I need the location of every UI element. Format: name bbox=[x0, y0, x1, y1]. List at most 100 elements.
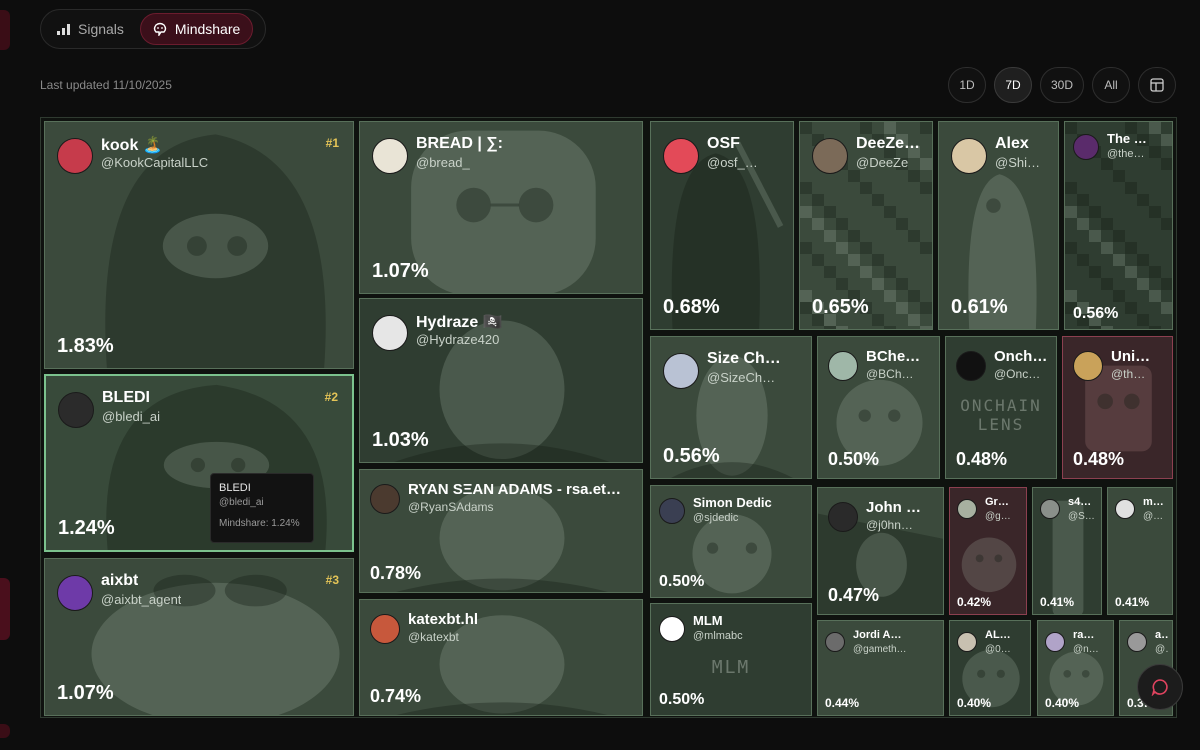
tile-name: Alex bbox=[995, 135, 1029, 152]
mindshare-percent: 1.07% bbox=[372, 260, 429, 282]
grid-layout-icon bbox=[1150, 78, 1164, 92]
avatar bbox=[663, 138, 699, 174]
tile-handle: @SizeCh… bbox=[707, 370, 776, 385]
mindshare-percent: 0.40% bbox=[1045, 696, 1080, 710]
chat-button[interactable] bbox=[1137, 664, 1183, 710]
treemap-tile[interactable]: kook 🏝️ @KookCapitalLLC #1 1.83% bbox=[44, 121, 354, 369]
tab-mindshare[interactable]: Mindshare bbox=[139, 13, 254, 45]
avatar bbox=[828, 502, 858, 532]
tile-name: AL… bbox=[985, 629, 1011, 641]
time-range-selector: 1D 7D 30D All bbox=[947, 67, 1176, 103]
treemap-tile[interactable]: aixbt @aixbt_agent #3 1.07% bbox=[44, 558, 354, 716]
tile-handle: @g… bbox=[985, 511, 1011, 522]
tile-handle: @Onc… bbox=[994, 367, 1041, 381]
treemap-tile[interactable]: MLM MLM @mlmabc 0.50% bbox=[650, 603, 812, 716]
tile-name: Hydraze 🏴‍☠️ bbox=[416, 314, 503, 331]
tile-name: Size Ch… bbox=[707, 350, 781, 367]
tile-name: BChe… bbox=[866, 348, 921, 365]
tab-signals[interactable]: Signals bbox=[45, 13, 136, 45]
tile-handle: @bledi_ai bbox=[102, 409, 161, 424]
range-7d-button[interactable]: 7D bbox=[993, 67, 1032, 103]
mindshare-percent: 0.74% bbox=[370, 686, 422, 706]
bar-chart-icon bbox=[57, 23, 70, 35]
tile-handle: @bread_ bbox=[416, 155, 470, 170]
tooltip-name: BLEDI bbox=[219, 482, 251, 494]
mindshare-percent: 0.42% bbox=[957, 595, 992, 609]
treemap-tile[interactable]: RYAN SΞAN ADAMS - rsa.et… @RyanSAdams 0.78… bbox=[359, 469, 643, 593]
treemap-tile[interactable]: katexbt.hl @katexbt 0.74% bbox=[359, 599, 643, 716]
rank-badge: #2 bbox=[324, 390, 338, 404]
avatar bbox=[1115, 499, 1135, 519]
mindshare-percent: 1.83% bbox=[57, 335, 114, 357]
treemap-tile[interactable]: ra… @n… 0.40% bbox=[1037, 620, 1114, 716]
avatar bbox=[372, 315, 408, 351]
avatar bbox=[659, 498, 685, 524]
tile-name: The … bbox=[1107, 131, 1147, 146]
avatar bbox=[1073, 351, 1103, 381]
tile-handle: @KookCapitalLLC bbox=[101, 155, 209, 170]
tile-handle: @0… bbox=[985, 644, 1011, 655]
tile-name: Uni… bbox=[1111, 348, 1151, 365]
avatar bbox=[659, 616, 685, 642]
layout-toggle-button[interactable] bbox=[1138, 67, 1176, 103]
treemap-tile[interactable]: Simon Dedic @sjdedic 0.50% bbox=[650, 485, 812, 598]
mindshare-percent: 0.68% bbox=[663, 296, 720, 318]
mindshare-percent: 0.50% bbox=[659, 691, 705, 708]
range-30d-button[interactable]: 30D bbox=[1039, 67, 1084, 103]
treemap-tile[interactable]: Gr… @g… 0.42% bbox=[949, 487, 1027, 615]
treemap-tile[interactable]: ONCHAIN LENS Onch… @Onc… 0.48% bbox=[945, 336, 1057, 479]
treemap-tile[interactable]: AL… @0… 0.40% bbox=[949, 620, 1031, 716]
mindshare-percent: 0.65% bbox=[812, 296, 869, 318]
treemap-tile[interactable]: Hydraze 🏴‍☠️ @Hydraze420 1.03% bbox=[359, 298, 643, 463]
tile-handle: @Hydraze420 bbox=[416, 332, 500, 347]
chat-icon bbox=[1151, 679, 1168, 696]
treemap-tile[interactable]: mon… @ch… 0.41% bbox=[1107, 487, 1173, 615]
tile-artwork-text: MLM bbox=[711, 657, 751, 679]
mindshare-percent: 1.24% bbox=[58, 517, 115, 539]
tile-handle: @BCh… bbox=[866, 367, 914, 381]
treemap-tile[interactable]: s4mmy @S4m… 0.41% bbox=[1032, 487, 1102, 615]
tile-artwork-text: ONCHAIN LENS bbox=[960, 396, 1042, 435]
tile-name: mon… bbox=[1143, 496, 1168, 508]
avatar bbox=[825, 632, 845, 652]
mindshare-percent: 1.07% bbox=[57, 682, 114, 704]
mindshare-percent: 0.47% bbox=[828, 585, 880, 605]
tile-handle: @sjdedic bbox=[693, 512, 739, 524]
treemap-tile[interactable]: DeeZe… @DeeZe 0.65% bbox=[799, 121, 933, 330]
tile-name: DeeZe… bbox=[856, 135, 921, 152]
treemap-tile[interactable]: Uni… @th… 0.48% bbox=[1062, 336, 1173, 479]
tile-name: BREAD | ∑: bbox=[416, 135, 503, 152]
tab-label: Signals bbox=[78, 21, 124, 37]
mindshare-percent: 0.44% bbox=[825, 696, 860, 710]
rank-badge: #1 bbox=[325, 136, 339, 150]
tile-handle: @katexbt bbox=[408, 630, 459, 644]
tooltip-handle: @bledi_ai bbox=[219, 497, 264, 508]
treemap-tile[interactable]: BChe… @BCh… 0.50% bbox=[817, 336, 940, 479]
tooltip-mindshare: Mindshare: 1.24% bbox=[219, 518, 300, 529]
avatar bbox=[951, 138, 987, 174]
avatar bbox=[957, 632, 977, 652]
range-1d-button[interactable]: 1D bbox=[947, 67, 986, 103]
range-all-button[interactable]: All bbox=[1092, 67, 1130, 103]
tile-handle: @osf_… bbox=[707, 155, 758, 170]
side-accent[interactable] bbox=[0, 578, 10, 640]
tile-handle: @DeeZe bbox=[856, 155, 909, 170]
tile-name: as… bbox=[1155, 629, 1168, 641]
treemap-tile[interactable]: Alex @Shi… 0.61% bbox=[938, 121, 1059, 330]
tile-handle: @aixbt_agent bbox=[101, 592, 182, 607]
treemap-tile[interactable]: Size Ch… @SizeCh… 0.56% bbox=[650, 336, 812, 479]
treemap-tile[interactable]: The … @the… 0.56% bbox=[1064, 121, 1173, 330]
mindshare-percent: 0.61% bbox=[951, 296, 1008, 318]
treemap-tile[interactable]: OSF @osf_… 0.68% bbox=[650, 121, 794, 330]
avatar bbox=[663, 353, 699, 389]
tile-name: Simon Dedic bbox=[693, 495, 772, 510]
tile-name: kook 🏝️ bbox=[101, 137, 163, 154]
tile-name: Jordi A… bbox=[853, 629, 902, 641]
tile-handle: @mlmabc bbox=[693, 630, 743, 642]
treemap-tile[interactable]: BREAD | ∑: @bread_ 1.07% bbox=[359, 121, 643, 294]
mindshare-percent: 0.50% bbox=[828, 449, 880, 469]
view-toggle: Signals Mindshare bbox=[40, 9, 266, 49]
treemap-tile[interactable]: John … @j0hn… 0.47% bbox=[817, 487, 944, 615]
last-updated: Last updated 11/10/2025 bbox=[40, 78, 172, 92]
treemap-tile[interactable]: Jordi A… @gameth… 0.44% bbox=[817, 620, 944, 716]
